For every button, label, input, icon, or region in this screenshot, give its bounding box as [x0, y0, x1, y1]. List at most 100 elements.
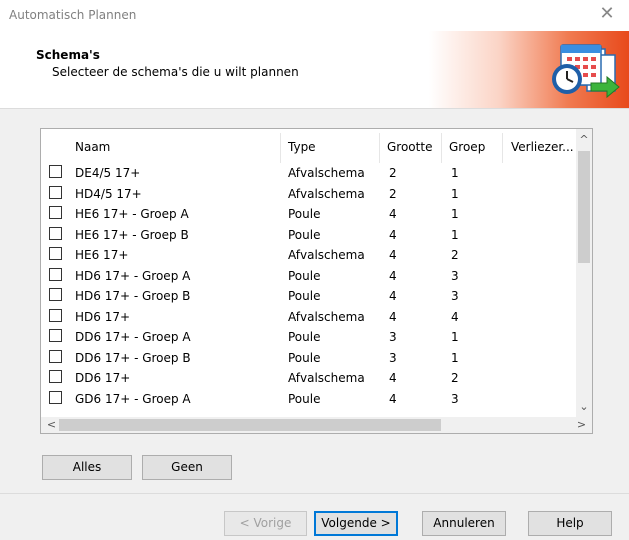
cell-groep: 1: [451, 186, 459, 201]
table-row[interactable]: HD6 17+ - Groep A Poule 4 3: [41, 266, 577, 287]
title-bar: Automatisch Plannen ✕: [0, 0, 629, 31]
table-row[interactable]: DD6 17+ - Groep B Poule 3 1: [41, 348, 577, 369]
next-button[interactable]: Volgende >: [314, 511, 398, 536]
column-divider[interactable]: [379, 133, 380, 163]
cell-naam: HD6 17+ - Groep B: [75, 289, 191, 303]
column-divider[interactable]: [280, 133, 281, 163]
table-row[interactable]: HE6 17+ - Groep A Poule 4 1: [41, 204, 577, 225]
cell-grootte: 2: [389, 186, 397, 201]
cell-groep: 1: [451, 350, 459, 365]
table-body: DE4/5 17+ Afvalschema 2 1 HD4/5 17+ Afvalsch…: [41, 163, 577, 415]
close-icon[interactable]: ✕: [595, 4, 619, 24]
schema-list[interactable]: Naam Type Grootte Groep Verliezer... DE4…: [40, 128, 593, 434]
scroll-left-icon[interactable]: <: [43, 417, 60, 433]
row-checkbox[interactable]: [49, 206, 62, 219]
table-row[interactable]: DD6 17+ Afvalschema 4 2: [41, 368, 577, 389]
cell-naam: HE6 17+ - Groep B: [75, 227, 189, 242]
cell-grootte: 2: [389, 166, 397, 180]
horizontal-scrollbar[interactable]: < >: [41, 417, 592, 433]
table-row[interactable]: GD6 17+ - Groep A Poule 4 3: [41, 389, 577, 410]
cell-groep: 2: [451, 248, 459, 262]
cell-groep: 1: [451, 166, 459, 180]
column-grootte[interactable]: Grootte: [387, 140, 432, 154]
horizontal-scroll-thumb[interactable]: [59, 419, 441, 431]
row-checkbox[interactable]: [49, 329, 62, 342]
table-row[interactable]: DE4/5 17+ Afvalschema 2 1: [41, 163, 577, 184]
cell-naam: DD6 17+: [75, 371, 131, 385]
row-checkbox[interactable]: [49, 370, 62, 383]
column-type[interactable]: Type: [288, 140, 316, 154]
cell-groep: 3: [451, 268, 459, 283]
cell-naam: HE6 17+ - Groep A: [75, 207, 189, 221]
cell-groep: 2: [451, 371, 459, 385]
scroll-up-icon[interactable]: ^: [576, 131, 592, 148]
table-row[interactable]: HE6 17+ Afvalschema 4 2: [41, 245, 577, 266]
cell-grootte: 4: [389, 309, 397, 324]
row-checkbox[interactable]: [49, 308, 62, 322]
row-checkbox[interactable]: [49, 226, 62, 240]
scroll-down-icon[interactable]: ⌄: [576, 398, 592, 415]
column-divider[interactable]: [502, 133, 503, 163]
window-title: Automatisch Plannen: [9, 8, 137, 22]
cell-type: Poule: [288, 227, 321, 242]
cell-type: Poule: [288, 391, 321, 406]
cell-grootte: 3: [389, 330, 397, 344]
cell-grootte: 4: [389, 268, 397, 283]
cell-groep: 4: [451, 309, 459, 324]
cell-groep: 1: [451, 330, 459, 344]
table-row[interactable]: DD6 17+ - Groep A Poule 3 1: [41, 327, 577, 348]
cell-groep: 3: [451, 391, 459, 406]
cell-grootte: 4: [389, 289, 397, 303]
column-divider[interactable]: [441, 133, 442, 163]
cell-naam: HD6 17+: [75, 309, 131, 324]
cell-naam: DD6 17+ - Groep B: [75, 350, 191, 365]
calendar-clock-icon: [552, 44, 620, 99]
cell-type: Afvalschema: [288, 371, 365, 385]
row-checkbox[interactable]: [49, 349, 62, 363]
cell-grootte: 4: [389, 371, 397, 385]
cell-groep: 1: [451, 227, 459, 242]
help-button[interactable]: Help: [528, 511, 612, 536]
table-row[interactable]: HD4/5 17+ Afvalschema 2 1: [41, 184, 577, 205]
cell-naam: HD6 17+ - Groep A: [75, 268, 191, 283]
cell-type: Poule: [288, 289, 321, 303]
cell-naam: DE4/5 17+: [75, 166, 141, 180]
cell-type: Afvalschema: [288, 186, 365, 201]
footer-divider: [0, 493, 629, 494]
table-row[interactable]: HE6 17+ - Groep B Poule 4 1: [41, 225, 577, 246]
cell-grootte: 4: [389, 207, 397, 221]
cell-groep: 1: [451, 207, 459, 221]
row-checkbox[interactable]: [49, 267, 62, 281]
cell-groep: 3: [451, 289, 459, 303]
wizard-header: Schema's Selecteer de schema's die u wil…: [0, 31, 629, 109]
vertical-scroll-thumb[interactable]: [578, 151, 590, 263]
table-row[interactable]: HD6 17+ - Groep B Poule 4 3: [41, 286, 577, 307]
cell-naam: GD6 17+ - Groep A: [75, 391, 191, 406]
scroll-right-icon[interactable]: >: [573, 417, 590, 433]
cell-type: Afvalschema: [288, 248, 365, 262]
cell-type: Poule: [288, 207, 321, 221]
select-none-button[interactable]: Geen: [142, 455, 232, 480]
column-naam[interactable]: Naam: [75, 140, 110, 154]
cell-type: Poule: [288, 330, 321, 344]
vertical-scrollbar[interactable]: ^ ⌄: [576, 129, 592, 417]
select-all-button[interactable]: Alles: [42, 455, 132, 480]
column-groep[interactable]: Groep: [449, 140, 485, 154]
table-row[interactable]: HD6 17+ Afvalschema 4 4: [41, 307, 577, 328]
cell-type: Poule: [288, 350, 321, 365]
row-checkbox[interactable]: [49, 185, 62, 199]
row-checkbox[interactable]: [49, 165, 62, 178]
page-title: Schema's: [36, 48, 100, 62]
cell-grootte: 4: [389, 391, 397, 406]
cell-type: Afvalschema: [288, 166, 365, 180]
row-checkbox[interactable]: [49, 288, 62, 301]
cell-type: Afvalschema: [288, 309, 365, 324]
row-checkbox[interactable]: [49, 390, 62, 404]
cancel-button[interactable]: Annuleren: [422, 511, 506, 536]
column-verliezer[interactable]: Verliezer...: [511, 140, 574, 154]
previous-button[interactable]: < Vorige: [224, 511, 307, 536]
cell-naam: DD6 17+ - Groep A: [75, 330, 191, 344]
row-checkbox[interactable]: [49, 247, 62, 260]
cell-grootte: 4: [389, 248, 397, 262]
cell-grootte: 4: [389, 227, 397, 242]
